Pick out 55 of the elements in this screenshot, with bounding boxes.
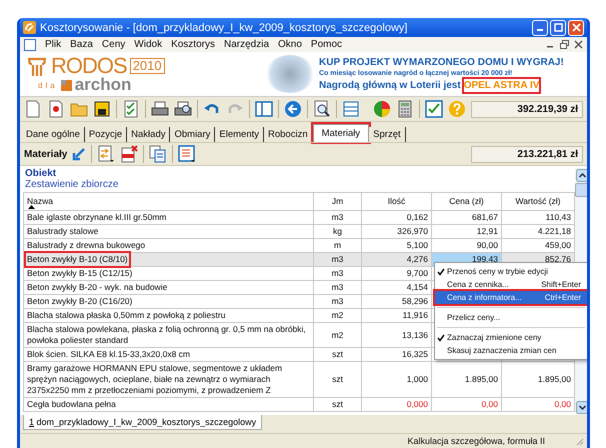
object-subtitle: Zestawienie zbiorcze [25, 179, 120, 190]
table-cell: Blacha stalowa płaska 0,50mm z powłoką z poliestru [27, 310, 226, 321]
table-cell: m3 [314, 294, 362, 308]
table-cell: szt [314, 398, 362, 412]
table-cell: szt [314, 348, 362, 362]
table-cell: Balustrady z drewna bukowego [27, 240, 146, 251]
table-cell: 0,000 [362, 398, 432, 412]
table-cell: 4,154 [362, 280, 432, 294]
table-cell: m3 [314, 210, 362, 224]
table-cell: 0,00 [432, 398, 502, 412]
table-cell: 110,43 [502, 210, 574, 224]
banner-prize-name: OPEL ASTRA IV [464, 79, 540, 92]
table-cell-text: Blacha stalowa powlekana, płaska z folią ochronną gr. 0,5 mm na obróbki, powłoka poliester standard [27, 324, 307, 346]
table-cell: 9,700 [362, 266, 432, 280]
table-cell: 13,136 [362, 322, 432, 348]
table-cell: 0,00 [502, 398, 574, 412]
table-cell: Cegła budowlana pełna [27, 399, 116, 410]
table-cell: Beton zwykły B-20 - wyk. na budowie [27, 282, 168, 293]
logo-year: 2010 [130, 58, 165, 74]
table-cell: 326,970 [362, 224, 432, 238]
logo-text: RODOS [51, 55, 127, 77]
banner-headline: KUP PROJEKT WYMARZONEGO DOMU I WYGRAJ! [319, 56, 564, 69]
table-cell: m3 [314, 266, 362, 280]
table-cell: m2 [314, 308, 362, 322]
table-cell: kg [314, 224, 362, 238]
table-cell: 12,91 [432, 224, 502, 238]
table-cell: Beton zwykły B-20 (C16/20) [27, 296, 132, 307]
logo-caption: dla [38, 80, 58, 90]
materials-total: 213.221,81 zł [471, 146, 583, 162]
table-cell: 4,276 [362, 252, 432, 266]
table-cell: 58,296 [362, 294, 432, 308]
table-cell-text: Bramy garażowe HORMANN EPU stalowe, segmentowe z układem sprężyn naciągowych, ocieplane, białe na zewnątrz o wymiarach 2375x2250 mm z przetłoczeniami poziomymi, z prowadzeniem Z [27, 363, 284, 396]
section-title: Materiały [24, 148, 68, 160]
table-cell: Beton zwykły B-15 (C12/15) [27, 268, 132, 279]
window-title: Kosztorysowanie - [dom_przykladowy_I_kw_2009_kosztorys_szczegolowy] [40, 22, 408, 34]
table-cell: szt [314, 362, 362, 398]
estimate-total: 392.219,39 zł [471, 100, 583, 118]
table-cell: 11,916 [362, 308, 432, 322]
table-cell: m3 [314, 252, 362, 266]
status-text: Kalkulacja szczegółowa, formuła II [407, 436, 545, 446]
table-cell: 681,67 [432, 210, 502, 224]
table-cell: 0,162 [362, 210, 432, 224]
table-cell: 4.221,18 [502, 224, 574, 238]
table-cell: m3 [314, 280, 362, 294]
table-cell: Bale iglaste obrzynane kl.III gr.50mm [27, 212, 166, 223]
table-cell: m2 [314, 322, 362, 348]
logo-brand: archon [74, 77, 132, 93]
table-cell: 16,325 [362, 348, 432, 362]
table-cell: Balustrady stalowe [27, 226, 98, 237]
table-cell: Beton zwykły B-10 (C8/10) [27, 254, 128, 265]
banner-prize-text: Nagrodą główną w Loterii jest [319, 79, 461, 92]
table-cell: Blok ścien. SILKA E8 kl.15-33,3x20,0x8 cm [27, 349, 190, 360]
table-cell: 1.895,00 [432, 362, 502, 398]
object-title: Obiekt [25, 168, 58, 179]
table-cell: 1,000 [362, 362, 432, 398]
